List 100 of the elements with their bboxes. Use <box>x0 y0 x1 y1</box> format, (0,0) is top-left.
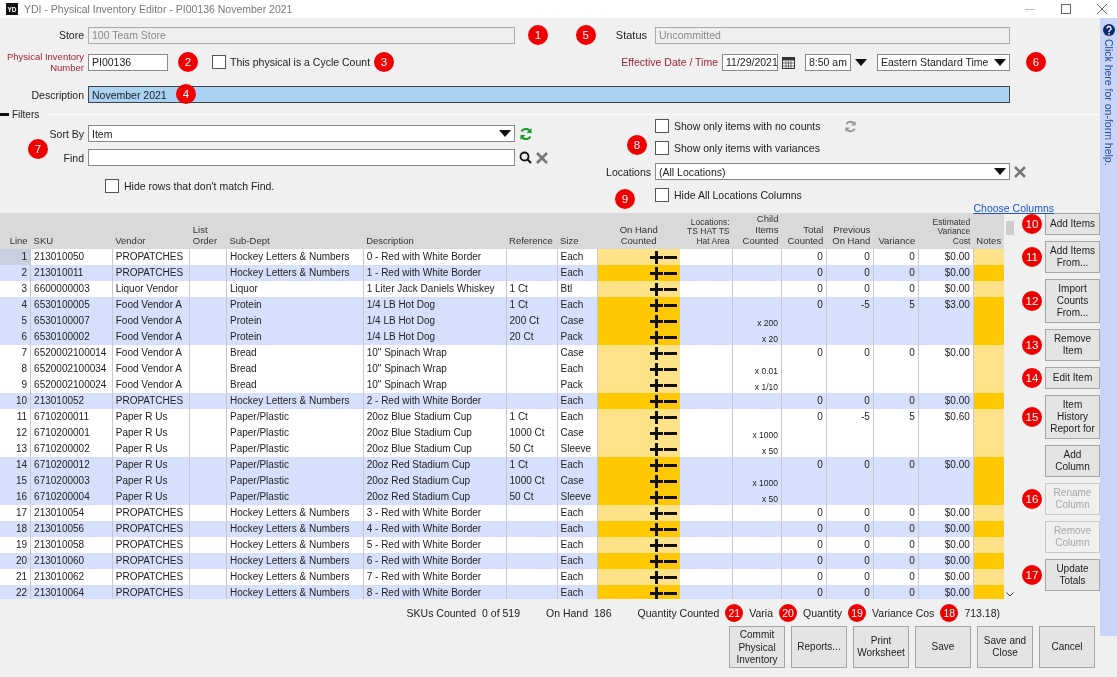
table-row[interactable]: 18 213010056 PROPATCHES Hockey Letters & Numbers 4 - Red with White Border Each 0 0 0 $0.00 <box>0 521 1004 537</box>
plus-icon[interactable] <box>649 330 663 344</box>
notes-cell[interactable] <box>973 345 1004 361</box>
side-button[interactable]: Import Counts From... <box>1045 279 1100 323</box>
plus-icon[interactable] <box>649 442 663 456</box>
checkbox-label[interactable]: Hide rows that don't match Find. <box>124 180 275 192</box>
help-icon[interactable] <box>1102 24 1115 36</box>
plus-icon[interactable] <box>649 378 663 392</box>
table-row[interactable]: 7 6520002100014 Food Vendor A Bread 10" Spinach Wrap Case 0 0 0 $0.00 <box>0 345 1004 361</box>
chevron-down-icon[interactable] <box>1006 592 1014 597</box>
side-button[interactable]: Item History Report for <box>1045 395 1100 439</box>
plus-icon[interactable] <box>649 586 663 599</box>
checkbox-label[interactable]: This physical is a Cycle Count <box>230 56 371 68</box>
plus-icon[interactable] <box>649 250 663 264</box>
notes-cell[interactable] <box>973 329 1004 345</box>
search-icon[interactable] <box>519 151 532 164</box>
side-button[interactable]: Add Items From... <box>1045 241 1100 273</box>
side-button[interactable]: Update Totals <box>1045 559 1100 591</box>
line-number[interactable]: 18 <box>0 521 31 537</box>
column-header[interactable]: Reference <box>506 213 558 249</box>
refresh-icon[interactable] <box>519 126 533 141</box>
close-icon[interactable] <box>1097 4 1107 14</box>
table-row[interactable]: 8 6520002100034 Food Vendor A Bread 10" Spinach Wrap Each x 0.01 <box>0 361 1004 377</box>
line-number[interactable]: 5 <box>0 313 31 329</box>
checkbox[interactable] <box>212 55 226 69</box>
action-button[interactable]: Save <box>915 626 971 668</box>
table-row[interactable]: 5 6530100007 Food Vendor A Protein 1/4 LB Hot Dog 200 Ct Case x 200 <box>0 313 1004 329</box>
notes-cell[interactable] <box>973 281 1004 297</box>
line-number[interactable]: 20 <box>0 553 31 569</box>
action-button[interactable]: Print Worksheet <box>853 626 909 668</box>
plus-icon[interactable] <box>649 394 663 408</box>
plus-icon[interactable] <box>649 474 663 488</box>
notes-cell[interactable] <box>973 249 1004 265</box>
line-number[interactable]: 15 <box>0 473 31 489</box>
action-button[interactable]: Commit Physical Inventory <box>729 626 785 668</box>
plus-icon[interactable] <box>649 522 663 536</box>
table-row[interactable]: 10 213010052 PROPATCHES Hockey Letters & Numbers 2 - Red with White Border Each 0 0 0 $0.00 <box>0 393 1004 409</box>
find-field[interactable] <box>88 149 515 166</box>
notes-cell[interactable] <box>973 569 1004 585</box>
line-number[interactable]: 7 <box>0 345 31 361</box>
plus-icon[interactable] <box>649 506 663 520</box>
column-header[interactable]: On Hand Counted <box>597 213 680 249</box>
table-row[interactable]: 12 6710200001 Paper R Us Paper/Plastic 20oz Blue Stadium Cup 1000 Ct Case x 1000 <box>0 425 1004 441</box>
sort-dropdown[interactable]: Item <box>88 125 515 142</box>
checkbox-label[interactable]: Show only items with no counts <box>674 120 821 132</box>
plus-icon[interactable] <box>649 538 663 552</box>
column-header[interactable]: Estimated Variance Cost <box>918 213 974 249</box>
column-header[interactable]: Sub-Dept <box>226 213 364 249</box>
line-number[interactable]: 14 <box>0 457 31 473</box>
number-field[interactable]: PI00136 <box>88 53 168 71</box>
plus-icon[interactable] <box>649 458 663 472</box>
column-header[interactable]: Line <box>0 213 31 249</box>
line-number[interactable]: 11 <box>0 409 31 425</box>
plus-icon[interactable] <box>649 426 663 440</box>
plus-icon[interactable] <box>649 266 663 280</box>
side-button[interactable]: Add Column <box>1045 445 1100 477</box>
column-header[interactable]: Size <box>557 213 598 249</box>
line-number[interactable]: 16 <box>0 489 31 505</box>
plus-icon[interactable] <box>649 554 663 568</box>
plus-icon[interactable] <box>649 362 663 376</box>
notes-cell[interactable] <box>973 393 1004 409</box>
checkbox[interactable] <box>655 188 669 202</box>
notes-cell[interactable] <box>973 265 1004 281</box>
table-row[interactable]: 6 6530100002 Food Vendor A Protein 1/4 LB Hot Dog 20 Ct Pack x 20 <box>0 329 1004 345</box>
table-row[interactable]: 11 6710200011 Paper R Us Paper/Plastic 20oz Blue Stadium Cup 1 Ct Each 0 -5 5 $0.60 <box>0 409 1004 425</box>
clear-icon[interactable] <box>536 151 548 164</box>
plus-icon[interactable] <box>649 570 663 584</box>
action-button[interactable]: Reports... <box>791 626 847 668</box>
notes-cell[interactable] <box>973 377 1004 393</box>
table-row[interactable]: 4 6530100005 Food Vendor A Protein 1/4 LB Hot Dog 1 Ct Each 0 -5 5 $3.00 <box>0 297 1004 313</box>
column-header[interactable]: Description <box>363 213 507 249</box>
calendar-icon[interactable] <box>782 55 795 69</box>
action-button[interactable]: Cancel <box>1039 626 1095 668</box>
table-row[interactable]: 22 213010064 PROPATCHES Hockey Letters & Numbers 8 - Red with White Border Each 0 0 0 $0.00 <box>0 585 1004 599</box>
column-header[interactable]: Notes <box>973 213 1004 249</box>
checkbox[interactable] <box>655 119 669 133</box>
line-number[interactable]: 4 <box>0 297 31 313</box>
side-button[interactable]: Remove Item <box>1045 329 1100 361</box>
table-row[interactable]: 15 6710200003 Paper R Us Paper/Plastic 20oz Red Stadium Cup 1000 Ct Case x 1000 <box>0 473 1004 489</box>
checkbox[interactable] <box>655 141 669 155</box>
notes-cell[interactable] <box>973 297 1004 313</box>
column-header[interactable]: Variance <box>873 213 919 249</box>
plus-icon[interactable] <box>649 282 663 296</box>
column-header[interactable]: Previous On Hand <box>826 213 874 249</box>
column-header[interactable]: List Order <box>189 213 227 249</box>
maximize-icon[interactable] <box>1061 4 1071 14</box>
line-number[interactable]: 2 <box>0 265 31 281</box>
plus-icon[interactable] <box>649 410 663 424</box>
help-strip[interactable]: Click here for on-form help. <box>1100 18 1117 636</box>
column-header[interactable]: SKU <box>30 213 113 249</box>
help-link[interactable]: Click here for on-form help. <box>1102 39 1115 166</box>
line-number[interactable]: 6 <box>0 329 31 345</box>
checkbox-label[interactable]: Hide All Locations Columns <box>674 189 802 201</box>
line-number[interactable]: 1 <box>0 249 31 265</box>
checkbox-label[interactable]: Show only items with variances <box>674 142 820 154</box>
table-row[interactable]: 14 6710200012 Paper R Us Paper/Plastic 20oz Red Stadium Cup 1 Ct Each 0 0 0 $0.00 <box>0 457 1004 473</box>
column-header[interactable]: Child Items Counted <box>732 213 782 249</box>
line-number[interactable]: 10 <box>0 393 31 409</box>
table-row[interactable]: 16 6710200004 Paper R Us Paper/Plastic 20oz Red Stadium Cup 50 Ct Sleeve x 50 <box>0 489 1004 505</box>
notes-cell[interactable] <box>973 409 1004 425</box>
